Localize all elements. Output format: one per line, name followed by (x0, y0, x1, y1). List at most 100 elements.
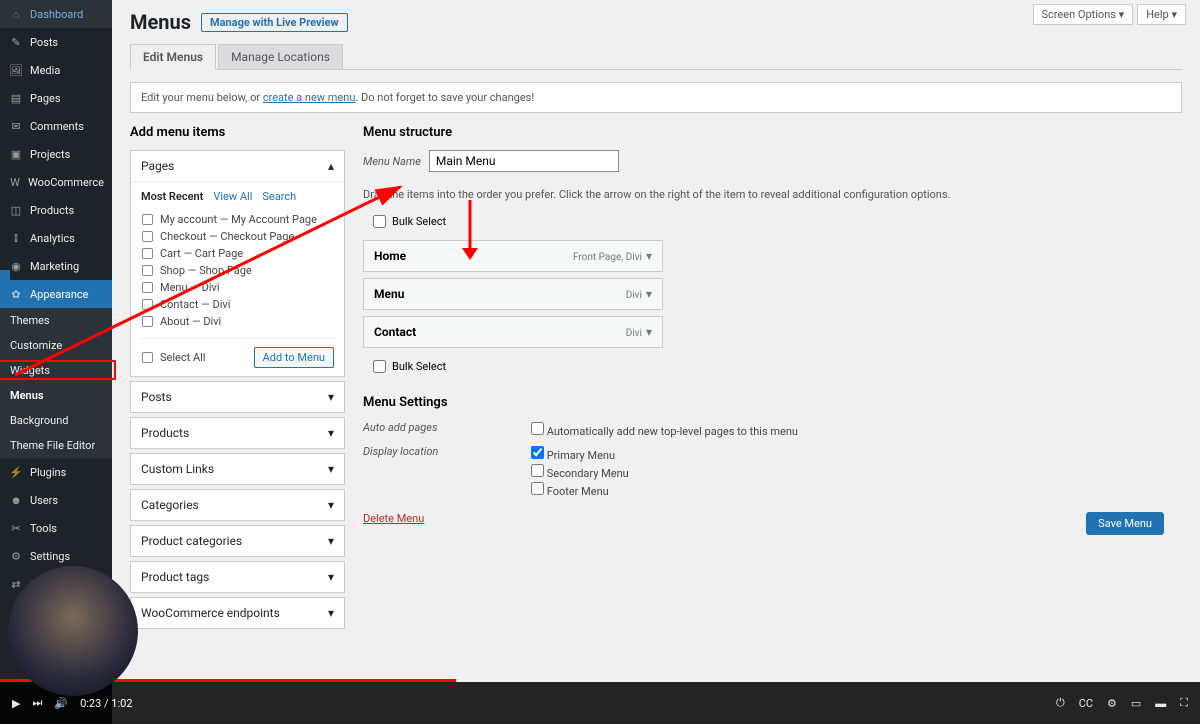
accordion-products[interactable]: Products▾ (130, 417, 345, 449)
sidebar-item-comments[interactable]: ✉ Comments (0, 112, 112, 140)
chevron-down-icon: ▾ (328, 426, 334, 440)
page-checkbox[interactable]: Menu — Divi (141, 279, 334, 296)
video-time: 0:23 / 1:02 (80, 697, 132, 710)
sidebar-item-dashboard[interactable]: ⌂Dashboard (0, 0, 112, 28)
accordion-categories[interactable]: Categories▾ (130, 489, 345, 521)
add-to-menu-button[interactable]: Add to Menu (254, 347, 334, 368)
display-location-label: Display location (363, 445, 531, 499)
menu-item-home[interactable]: HomeFront Page, Divi▾ (363, 240, 663, 272)
sidebar-item-pages[interactable]: ▤ Pages (0, 84, 112, 112)
chevron-down-icon: ▾ (646, 287, 652, 301)
subtab-recent[interactable]: Most Recent (141, 190, 203, 203)
sidebar-item-plugins[interactable]: ⚡Plugins (0, 458, 112, 486)
sidebar-item-media[interactable]: 🖼Media (0, 56, 112, 84)
save-menu-button[interactable]: Save Menu (1086, 512, 1164, 535)
sidebar-label: Products (30, 204, 74, 217)
auto-add-label: Auto add pages (363, 421, 531, 439)
accordion-header-pages[interactable]: Pages▴ (131, 151, 344, 181)
live-preview-button[interactable]: Manage with Live Preview (201, 13, 348, 32)
menu-structure-heading: Menu structure (363, 125, 1182, 140)
chevron-down-icon: ▾ (328, 570, 334, 584)
sidebar-sub-background[interactable]: Background (0, 408, 112, 433)
screen-options-button[interactable]: Screen Options ▾ (1033, 4, 1134, 25)
sidebar-sub-widgets[interactable]: Widgets (0, 358, 112, 383)
sidebar-sub-theme-editor[interactable]: Theme File Editor (0, 433, 112, 458)
subtab-search[interactable]: Search (262, 190, 296, 203)
bulk-select-bottom[interactable]: Bulk Select (363, 356, 1182, 377)
sidebar-item-appearance[interactable]: ✿Appearance (0, 280, 112, 308)
settings-gear-icon[interactable]: ⚙ (1107, 697, 1117, 710)
tabs: Edit Menus Manage Locations (130, 44, 1182, 70)
accordion-product-tags[interactable]: Product tags▾ (130, 561, 345, 593)
sidebar-item-tools[interactable]: ✂Tools (0, 514, 112, 542)
sidebar-label: Projects (30, 148, 70, 161)
chevron-down-icon: ▾ (328, 534, 334, 548)
sidebar-item-posts[interactable]: ✎ Posts (0, 28, 112, 56)
pin-icon: ✎ (8, 34, 24, 50)
users-icon: ☻ (8, 492, 24, 508)
sidebar-label: Posts (30, 36, 58, 49)
plugins-icon: ⚡ (8, 464, 24, 480)
select-all-checkbox[interactable]: Select All (141, 349, 205, 366)
volume-icon[interactable]: 🔊 (54, 697, 68, 710)
sidebar-item-woocommerce[interactable]: WWooCommerce (0, 168, 112, 196)
menu-name-input[interactable] (429, 150, 619, 172)
sidebar-label: Marketing (30, 260, 79, 273)
accordion-posts[interactable]: Posts▾ (130, 381, 345, 413)
sidebar-sub-menus[interactable]: Menus (0, 383, 112, 408)
sidebar-label: Pages (30, 92, 61, 105)
page-checkbox[interactable]: Shop — Shop Page (141, 262, 334, 279)
bulk-select-top[interactable]: Bulk Select (363, 211, 1182, 232)
accordion-pages: Pages▴ Most Recent View All Search My ac… (130, 150, 345, 377)
miniplayer-icon[interactable]: ▭ (1131, 697, 1141, 710)
sidebar-item-projects[interactable]: ▣ Projects (0, 140, 112, 168)
fullscreen-icon[interactable]: ⛶ (1180, 696, 1188, 710)
sidebar-label: Comments (30, 120, 84, 133)
projects-icon: ▣ (8, 146, 24, 162)
tab-manage-locations[interactable]: Manage Locations (218, 44, 343, 69)
sidebar-label: Dashboard (30, 8, 83, 21)
subtab-all[interactable]: View All (213, 190, 252, 203)
location-footer[interactable]: Footer Menu (531, 481, 629, 499)
sidebar-sub-customize[interactable]: Customize (0, 333, 112, 358)
accordion-woo-endpoints[interactable]: WooCommerce endpoints▾ (130, 597, 345, 629)
sidebar-sub-themes[interactable]: Themes (0, 308, 112, 333)
page-checkbox[interactable]: Checkout — Checkout Page (141, 228, 334, 245)
location-primary[interactable]: Primary Menu (531, 445, 629, 463)
appearance-icon: ✿ (8, 286, 24, 302)
sidebar-item-settings[interactable]: ⚙Settings (0, 542, 112, 570)
marketing-icon: ◉ (8, 258, 24, 274)
sidebar-item-products[interactable]: ◫ Products (0, 196, 112, 224)
sidebar-item-analytics[interactable]: ⫾Analytics (0, 224, 112, 252)
page-checkbox[interactable]: My account — My Account Page (141, 211, 334, 228)
autoplay-icon[interactable]: ⏻ (1056, 696, 1065, 710)
menu-item-menu[interactable]: MenuDivi▾ (363, 278, 663, 310)
notice: Edit your menu below, or create a new me… (130, 82, 1182, 113)
play-icon[interactable]: ▶ (12, 697, 20, 710)
video-controls: ▶ ⏭ 🔊 0:23 / 1:02 ⏻ CC ⚙ ▭ ▬ ⛶ (0, 682, 1200, 724)
delete-menu-link[interactable]: Delete Menu (363, 512, 424, 540)
sidebar-label: WooCommerce (28, 176, 104, 189)
menu-item-contact[interactable]: ContactDivi▾ (363, 316, 663, 348)
sidebar-item-users[interactable]: ☻Users (0, 486, 112, 514)
next-icon[interactable]: ⏭ (32, 696, 42, 710)
add-items-column: Add menu items Pages▴ Most Recent View A… (130, 125, 345, 633)
tab-edit-menus[interactable]: Edit Menus (130, 44, 216, 70)
accordion-custom-links[interactable]: Custom Links▾ (130, 453, 345, 485)
help-button[interactable]: Help ▾ (1137, 4, 1186, 25)
auto-add-checkbox[interactable]: Automatically add new top-level pages to… (531, 421, 798, 439)
theater-icon[interactable]: ▬ (1155, 697, 1166, 710)
comments-icon: ✉ (8, 118, 24, 134)
cc-icon[interactable]: CC (1079, 697, 1093, 710)
pages-icon: ▤ (8, 90, 24, 106)
settings-icon: ⚙ (8, 548, 24, 564)
accordion-product-categories[interactable]: Product categories▾ (130, 525, 345, 557)
page-checkbox[interactable]: About — Divi (141, 313, 334, 330)
chevron-down-icon: ▾ (328, 498, 334, 512)
location-secondary[interactable]: Secondary Menu (531, 463, 629, 481)
page-checkbox[interactable]: Contact — Divi (141, 296, 334, 313)
products-icon: ◫ (8, 202, 24, 218)
page-checkbox[interactable]: Cart — Cart Page (141, 245, 334, 262)
create-menu-link[interactable]: create a new menu (263, 91, 356, 104)
sidebar-item-marketing[interactable]: ◉ Marketing (0, 252, 112, 280)
